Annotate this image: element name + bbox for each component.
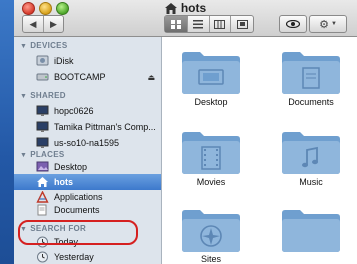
coverflow-view-button[interactable] — [231, 16, 253, 32]
monitor-icon — [36, 121, 49, 132]
clock-icon — [37, 251, 48, 263]
home-icon — [37, 177, 48, 187]
annotation-highlight-ring — [18, 220, 138, 245]
documents-folder-icon — [282, 52, 340, 94]
list-view-icon — [193, 19, 204, 28]
sidebar: ▼ DEVICES iDisk BOOTCAMP ⏏ ▼ SHARED hopc06… — [14, 37, 162, 264]
action-menu-wrap: ⚙ ▼ — [309, 15, 347, 33]
icon-view-button[interactable] — [165, 16, 188, 32]
eye-icon — [286, 20, 300, 28]
sidebar-item-label: Desktop — [54, 162, 88, 172]
sidebar-item-tamika-computer[interactable]: Tamika Pittman's Comp... — [14, 119, 161, 135]
sidebar-section-places[interactable]: ▼ PLACES — [20, 150, 64, 159]
sites-folder-icon — [182, 210, 240, 252]
sidebar-item-label: Applications — [54, 192, 103, 202]
sidebar-item-label: Documents — [54, 205, 100, 215]
sidebar-item-label: hots — [54, 177, 73, 187]
folder-label: Documents — [288, 97, 334, 107]
window-title: hots — [14, 0, 357, 16]
disclosure-triangle-icon: ▼ — [20, 152, 28, 159]
chevron-down-icon: ▼ — [330, 21, 337, 27]
eject-icon[interactable]: ⏏ — [147, 73, 155, 82]
column-view-button[interactable] — [210, 16, 232, 32]
sidebar-item-hots[interactable]: hots — [14, 174, 161, 190]
movies-folder-icon — [182, 132, 240, 174]
back-button[interactable]: ◀ — [23, 16, 44, 32]
disclosure-triangle-icon: ▼ — [20, 43, 28, 50]
action-menu-button[interactable]: ⚙ ▼ — [310, 16, 346, 32]
sidebar-item-bootcamp[interactable]: BOOTCAMP ⏏ — [14, 69, 161, 85]
drive-icon — [36, 73, 49, 81]
finder-window: hots ◀ ▶ ⚙ ▼ ▼ DEVICES iDisk BOOTCAMP ⏏ … — [14, 0, 357, 264]
monitor-icon — [36, 105, 49, 116]
sidebar-item-label: iDisk — [54, 56, 74, 66]
sidebar-item-label: Yesterday — [54, 252, 94, 262]
gear-icon: ⚙ — [319, 18, 329, 31]
forward-button[interactable]: ▶ — [44, 16, 63, 32]
file-browser: Desktop Documents Movies Music Sites — [162, 37, 357, 264]
sidebar-item-label: Tamika Pittman's Comp... — [54, 122, 156, 132]
folder-label: Movies — [196, 177, 226, 187]
coverflow-view-icon — [236, 19, 248, 29]
sidebar-item-hopc0626[interactable]: hopc0626 — [14, 103, 161, 119]
sidebar-section-devices[interactable]: ▼ DEVICES — [20, 41, 67, 50]
sidebar-item-desktop[interactable]: Desktop — [14, 159, 161, 175]
list-view-button[interactable] — [188, 16, 210, 32]
back-arrow-icon: ◀ — [29, 18, 37, 29]
sidebar-item-idisk[interactable]: iDisk — [14, 53, 161, 69]
quicklook-button[interactable] — [280, 16, 306, 32]
column-view-icon — [214, 19, 226, 29]
folder-label: Sites — [200, 254, 221, 264]
view-mode-control — [164, 15, 254, 33]
forward-arrow-icon: ▶ — [50, 18, 57, 29]
documents-icon — [37, 204, 47, 216]
toolbar: hots ◀ ▶ ⚙ ▼ — [14, 0, 357, 37]
disclosure-triangle-icon: ▼ — [20, 93, 28, 100]
sidebar-item-label: us-so10-na1595 — [54, 138, 120, 148]
idisk-icon — [36, 55, 49, 66]
sidebar-item-documents[interactable]: Documents — [14, 202, 161, 218]
desktop-icon — [36, 161, 49, 172]
folder-label: Music — [299, 177, 323, 187]
desktop-background — [0, 0, 14, 264]
sidebar-item-us-so10[interactable]: us-so10-na1595 — [14, 135, 161, 151]
window-title-text: hots — [180, 1, 207, 15]
sidebar-item-label: hopc0626 — [54, 106, 94, 116]
sidebar-item-yesterday[interactable]: Yesterday — [14, 249, 161, 264]
icon-view-icon — [170, 19, 181, 29]
folder-icon — [282, 210, 340, 252]
nav-buttons: ◀ ▶ — [22, 15, 64, 33]
sidebar-item-label: BOOTCAMP — [54, 72, 106, 82]
folder-label: Desktop — [194, 97, 228, 107]
monitor-icon — [36, 137, 49, 148]
music-folder-icon — [282, 132, 340, 174]
quicklook-button-wrap — [279, 15, 307, 33]
sidebar-section-shared[interactable]: ▼ SHARED — [20, 91, 66, 100]
desktop-folder-icon — [182, 52, 240, 94]
